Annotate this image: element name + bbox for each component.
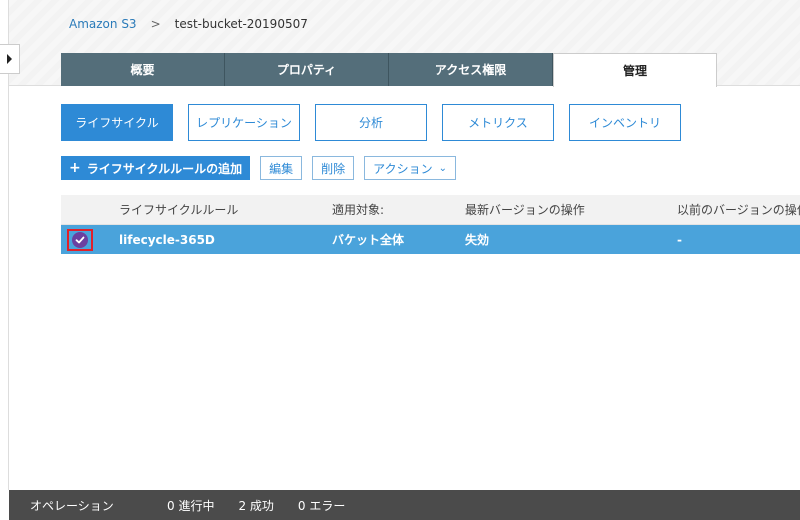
- actions-label: アクション: [373, 161, 433, 176]
- lifecycle-toolbar: + ライフサイクルルールの追加 編集 削除 アクション ⌄: [61, 156, 456, 180]
- subtab-inventory[interactable]: インベントリ: [569, 104, 681, 141]
- lifecycle-rules-table: ライフサイクルルール 適用対象: 最新バージョンの操作 以前のバージョンの操作 …: [61, 195, 800, 254]
- edit-button[interactable]: 編集: [260, 156, 303, 180]
- header-previous-version-action[interactable]: 以前のバージョンの操作: [677, 201, 800, 218]
- operations-status-bar[interactable]: オペレーション 0 進行中 2 成功 0 エラー: [9, 490, 800, 520]
- table-header: ライフサイクルルール 適用対象: 最新バージョンの操作 以前のバージョンの操作: [61, 195, 800, 225]
- cell-current-version-action: 失効: [465, 233, 490, 247]
- add-lifecycle-rule-button[interactable]: + ライフサイクルルールの追加: [61, 156, 251, 180]
- plus-icon: +: [69, 160, 81, 176]
- expand-arrow-icon: [7, 54, 12, 64]
- subtab-metrics[interactable]: メトリクス: [442, 104, 554, 141]
- error-count: 0 エラー: [297, 498, 346, 513]
- breadcrumb: Amazon S3 > test-bucket-20190507: [69, 17, 308, 31]
- breadcrumb-amazon-s3[interactable]: Amazon S3: [69, 17, 137, 31]
- delete-button[interactable]: 削除: [312, 156, 355, 180]
- cell-rule-name[interactable]: lifecycle-365D: [119, 233, 332, 247]
- row-select-cell: [61, 228, 119, 251]
- add-lifecycle-rule-label: ライフサイクルルールの追加: [86, 161, 243, 176]
- tab-management[interactable]: 管理: [553, 53, 717, 87]
- management-subtabs: ライフサイクル レプリケーション 分析 メトリクス インベントリ: [61, 104, 681, 141]
- sidebar-toggle[interactable]: [0, 44, 20, 74]
- subtab-lifecycle[interactable]: ライフサイクル: [61, 104, 173, 141]
- main-tabs: 概要 プロパティ アクセス権限 管理: [61, 53, 717, 87]
- header-current-version-action[interactable]: 最新バージョンの操作: [465, 201, 677, 218]
- cell-scope: バケット全体: [332, 233, 405, 247]
- header-scope[interactable]: 適用対象:: [332, 201, 465, 218]
- row-checkbox[interactable]: [67, 228, 93, 251]
- subtab-replication[interactable]: レプリケーション: [188, 104, 300, 141]
- actions-dropdown[interactable]: アクション ⌄: [364, 156, 456, 180]
- subtab-analytics[interactable]: 分析: [315, 104, 427, 141]
- operations-label: オペレーション: [30, 498, 114, 513]
- success-count: 2 成功: [238, 498, 274, 513]
- table-row[interactable]: lifecycle-365D バケット全体 失効 -: [61, 225, 800, 254]
- breadcrumb-bucket-name: test-bucket-20190507: [174, 17, 308, 31]
- in-progress-count: 0 進行中: [167, 498, 215, 513]
- checkmark-icon: [72, 231, 88, 248]
- tab-overview[interactable]: 概要: [61, 53, 225, 86]
- header-rule-name[interactable]: ライフサイクルルール: [119, 201, 332, 218]
- s3-console: Amazon S3 > test-bucket-20190507 概要 プロパテ…: [0, 0, 800, 520]
- tab-permissions[interactable]: アクセス権限: [389, 53, 553, 86]
- tab-properties[interactable]: プロパティ: [225, 53, 389, 86]
- cell-previous-version-action: -: [677, 232, 682, 247]
- breadcrumb-separator-icon: >: [150, 17, 161, 31]
- chevron-down-icon: ⌄: [438, 162, 447, 174]
